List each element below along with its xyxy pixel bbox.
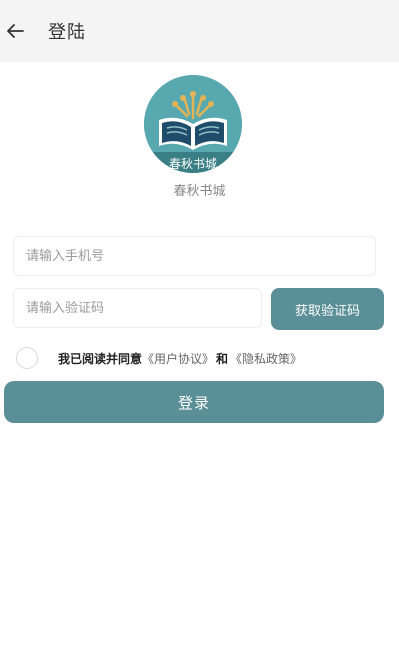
agreement-row: 我已阅读并同意 《用户协议》 和 《隐私政策》 [16, 346, 386, 370]
page-title: 登陆 [48, 22, 86, 43]
verification-code-field[interactable] [13, 288, 262, 328]
get-code-button[interactable]: 获取验证码 [271, 288, 384, 330]
back-button[interactable] [0, 11, 30, 51]
login-button[interactable]: 登录 [4, 381, 384, 423]
top-bar: 登陆 [0, 0, 399, 62]
open-book-icon: 春秋书城 [144, 75, 242, 173]
arrow-left-icon [7, 24, 24, 38]
phone-field[interactable] [13, 236, 376, 276]
privacy-policy-link[interactable]: 《隐私政策》 [230, 350, 302, 367]
app-name: 春秋书城 [173, 184, 226, 199]
phone-input[interactable] [14, 237, 375, 275]
agreement-and: 和 [216, 351, 229, 366]
agreement-checkbox[interactable] [16, 347, 38, 369]
svg-text:春秋书城: 春秋书城 [169, 157, 217, 171]
agreement-prefix: 我已阅读并同意 [58, 351, 143, 366]
verification-code-input[interactable] [14, 289, 261, 327]
app-logo: 春秋书城 [143, 74, 243, 174]
user-agreement-link[interactable]: 《用户协议》 [142, 350, 214, 367]
